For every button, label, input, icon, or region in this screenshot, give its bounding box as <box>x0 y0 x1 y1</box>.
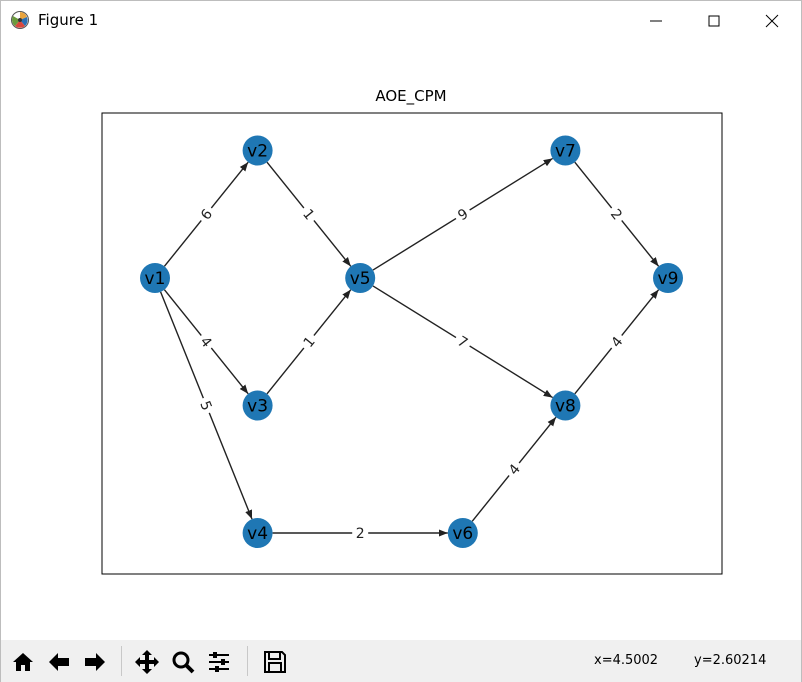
edges-layer <box>159 157 660 537</box>
window-title: Figure 1 <box>38 11 99 29</box>
edge-weight-label: 4 <box>194 329 219 354</box>
back-icon <box>49 653 69 671</box>
node-label: v4 <box>247 524 268 544</box>
node-v2: v2 <box>242 135 273 166</box>
edge-weight-label: 4 <box>604 329 629 354</box>
minimize-button[interactable] <box>627 1 685 40</box>
node-v5: v5 <box>345 263 376 293</box>
edge-labels-layer: 6 4 5 1 1 2 9 7 4 2 4 <box>194 202 629 542</box>
x-coordinate-readout: x=4.5002 <box>594 653 659 668</box>
node-v3: v3 <box>242 390 273 421</box>
diagram-title: AOE_CPM <box>375 87 446 106</box>
edge-weight-label: 7 <box>451 329 475 354</box>
forward-icon <box>85 653 105 671</box>
forward-button[interactable] <box>79 646 111 678</box>
maximize-icon <box>708 15 720 27</box>
pan-icon <box>135 650 159 674</box>
configure-subplots-button[interactable] <box>203 646 235 678</box>
node-v8: v8 <box>550 390 581 421</box>
edge-weight-label: 2 <box>352 524 369 542</box>
save-icon <box>264 651 286 673</box>
node-label: v9 <box>658 269 679 289</box>
edge-weight-label: 1 <box>296 202 321 227</box>
edge-weight-label: 4 <box>502 457 527 482</box>
edge-weight-text: 2 <box>356 526 365 542</box>
close-button[interactable] <box>743 1 801 40</box>
node-v6: v6 <box>447 518 478 548</box>
node-label: v3 <box>247 397 268 417</box>
node-v9: v9 <box>653 263 683 293</box>
save-button[interactable] <box>259 646 291 678</box>
close-icon <box>765 14 779 28</box>
minimize-icon <box>650 20 662 22</box>
node-label: v6 <box>452 524 473 544</box>
node-v7: v7 <box>550 135 581 166</box>
pan-button[interactable] <box>131 646 163 678</box>
node-label: v5 <box>350 269 371 289</box>
toolbar-separator <box>247 646 248 676</box>
node-label: v1 <box>145 269 166 289</box>
edge-weight-label: 2 <box>604 202 629 227</box>
navigation-toolbar <box>1 640 801 682</box>
home-icon <box>13 653 33 671</box>
maximize-button[interactable] <box>685 1 743 40</box>
edge-weight-label: 1 <box>296 329 321 354</box>
node-v4: v4 <box>242 518 273 548</box>
title-bar[interactable]: Figure 1 <box>1 1 801 40</box>
edge-weight-label: 6 <box>194 202 219 227</box>
matplotlib-icon <box>10 10 30 30</box>
figure-window: Figure 1 AOE_CPM 6 4 5 1 1 2 9 7 4 2 4 v… <box>0 0 802 682</box>
axes-frame <box>101 112 723 575</box>
home-button[interactable] <box>7 646 39 678</box>
figure-canvas[interactable]: AOE_CPM 6 4 5 1 1 2 9 7 4 2 4 v1 v2 v3 v4 v5 v6 v7 v8 v9 <box>1 40 801 640</box>
configure-subplots-icon <box>209 652 229 672</box>
node-v1: v1 <box>140 263 170 293</box>
toolbar-separator <box>121 646 122 676</box>
zoom-button[interactable] <box>167 646 199 678</box>
aoe-graph: AOE_CPM 6 4 5 1 1 2 9 7 4 2 4 v1 v2 v3 v4 v5 v6 v7 v8 v9 <box>101 87 723 575</box>
node-label: v8 <box>555 397 576 417</box>
edge-weight-label: 9 <box>451 202 475 227</box>
edge-weight-label: 5 <box>194 394 218 417</box>
y-coordinate-readout: y=2.60214 <box>694 653 767 668</box>
back-button[interactable] <box>43 646 75 678</box>
zoom-icon <box>172 651 195 674</box>
node-label: v2 <box>247 142 268 162</box>
node-label: v7 <box>555 142 576 162</box>
nodes-layer: v1 v2 v3 v4 v5 v6 v7 v8 v9 <box>140 135 683 548</box>
